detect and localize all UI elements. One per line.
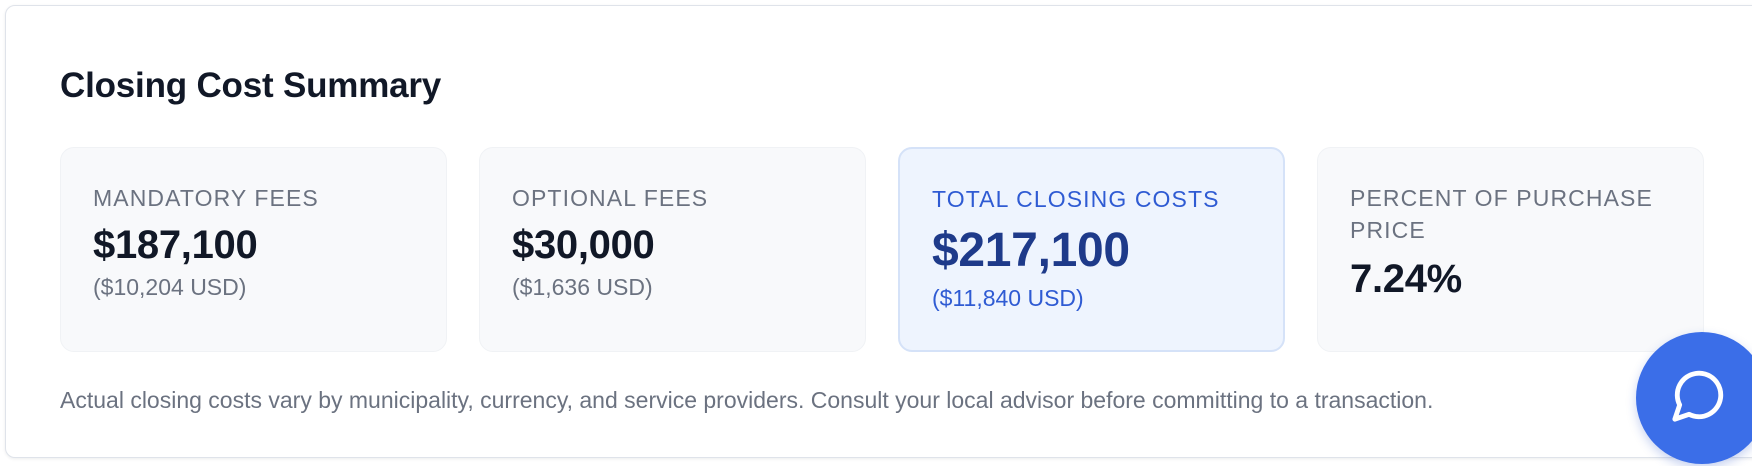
summary-title: Closing Cost Summary [60,66,442,105]
stat-percent-of-purchase-price: PERCENT OF PURCHASE PRICE 7.24% [1317,147,1704,352]
disclaimer-text: Actual closing costs vary by municipalit… [60,387,1434,413]
stat-label: TOTAL CLOSING COSTS [932,186,1220,212]
stat-usd-value: ($11,840 USD) [932,285,1084,311]
stat-optional-fees: OPTIONAL FEES $30,000 ($1,636 USD) [479,147,866,352]
stat-value: $217,100 [932,224,1130,277]
stat-label: MANDATORY FEES [93,185,319,211]
stat-usd-value: ($1,636 USD) [512,274,653,300]
stat-value: $30,000 [512,223,655,267]
chat-bubble-icon [1672,370,1724,422]
stat-mandatory-fees: MANDATORY FEES $187,100 ($10,204 USD) [60,147,447,352]
stat-total-closing-costs: TOTAL CLOSING COSTS $217,100 ($11,840 US… [898,147,1285,352]
stat-value: $187,100 [93,223,258,267]
closing-cost-summary-card: Closing Cost Summary MANDATORY FEES $187… [5,5,1752,458]
stat-label: PERCENT OF PURCHASE PRICE [1350,185,1653,243]
stat-usd-value: ($10,204 USD) [93,274,247,300]
stats-row: MANDATORY FEES $187,100 ($10,204 USD) OP… [60,147,1706,352]
stat-value: 7.24% [1350,257,1462,301]
stat-label: OPTIONAL FEES [512,185,709,211]
